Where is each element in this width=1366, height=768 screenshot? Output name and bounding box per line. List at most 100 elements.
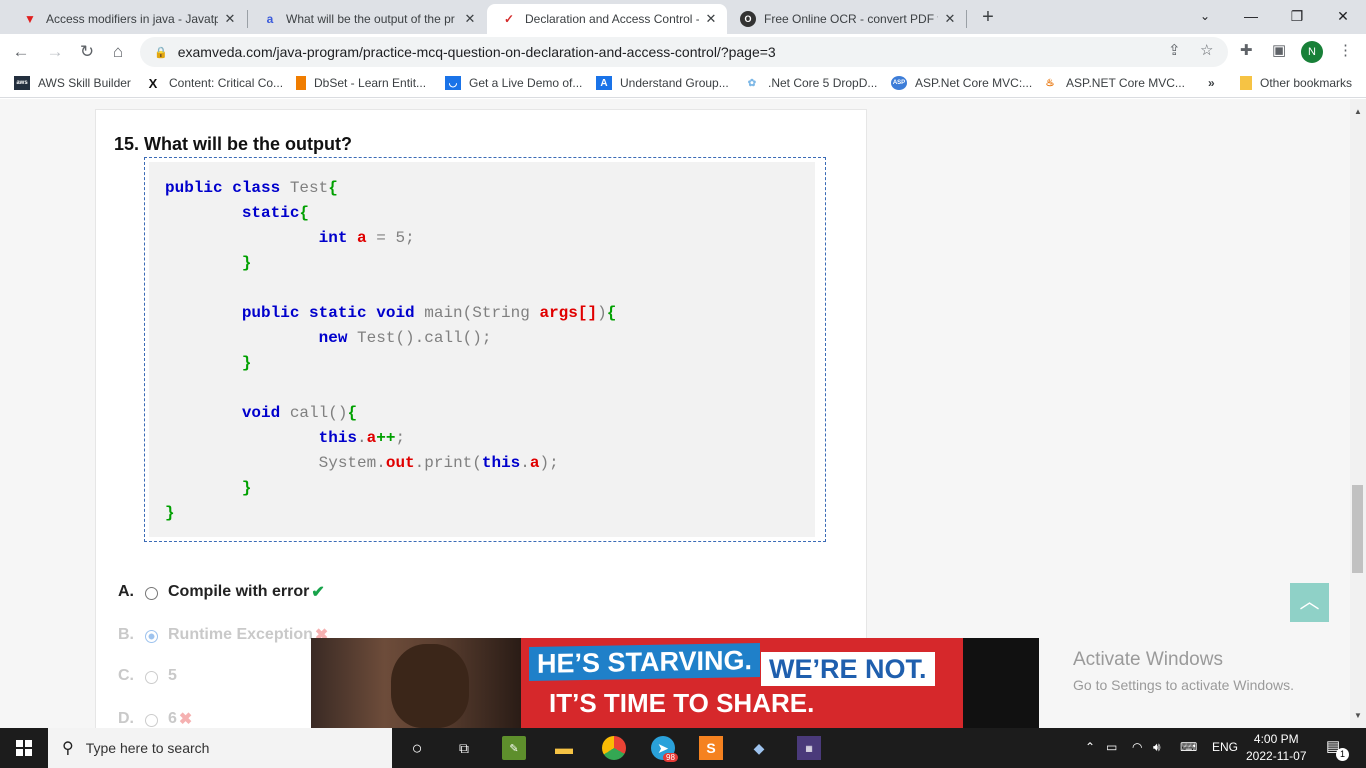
option-text: Compile with error xyxy=(168,583,310,600)
code-area: public class Test{ static{ int a = 5; } … xyxy=(149,162,815,537)
battery-icon[interactable]: ▭ xyxy=(1106,740,1117,754)
bookmark-item[interactable]: ♨ ASP.NET Core MVC... xyxy=(1042,76,1185,90)
side-panel-icon[interactable]: ▣ xyxy=(1272,41,1286,59)
option-letter: B. xyxy=(118,626,134,643)
close-icon[interactable]: ✕ xyxy=(703,11,719,27)
option-a[interactable]: A. Compile with error ✔ xyxy=(118,582,325,602)
other-bookmarks-label: Other bookmarks xyxy=(1260,76,1353,90)
option-c[interactable]: C. 5 xyxy=(118,667,177,685)
option-text: 6 xyxy=(168,710,177,727)
tab-javatpoint[interactable]: ▼ Access modifiers in java - Javatpo ✕ xyxy=(8,4,246,34)
bookmark-item[interactable]: DbSet - Learn Entit... xyxy=(296,76,426,90)
clock-date: 2022-11-07 xyxy=(1246,749,1307,763)
clock[interactable]: 4:00 PM 2022-11-07 xyxy=(1246,731,1307,765)
start-button[interactable] xyxy=(0,728,48,768)
sublime-icon[interactable]: S xyxy=(699,736,723,760)
profile-avatar[interactable]: N xyxy=(1301,41,1323,63)
ad-photo xyxy=(311,638,521,728)
volume-icon[interactable]: 🔊︎ xyxy=(1153,740,1161,755)
notepad-icon[interactable]: ✎ xyxy=(502,736,526,760)
bookmark-label: DbSet - Learn Entit... xyxy=(314,76,427,90)
bookmark-label: Content: Critical Co... xyxy=(169,76,284,90)
bookmark-item[interactable]: ◡ Get a Live Demo of... xyxy=(445,76,582,90)
bookmark-item[interactable]: A Understand Group... xyxy=(596,76,729,90)
option-d[interactable]: D. 6 ✖ xyxy=(118,709,192,728)
scroll-to-top-button[interactable]: ︿ xyxy=(1290,583,1329,622)
other-bookmarks[interactable]: Other bookmarks xyxy=(1240,76,1352,90)
restore-button[interactable]: ❐ xyxy=(1274,0,1320,32)
share-icon[interactable]: ⇪ xyxy=(1168,41,1181,59)
close-icon[interactable]: ✕ xyxy=(222,11,238,27)
close-window-button[interactable]: ✕ xyxy=(1320,0,1366,32)
advertisement-banner[interactable]: HE’S STARVING. WE’RE NOT. IT’S TIME TO S… xyxy=(311,638,1039,728)
tab-examveda[interactable]: ✓ Declaration and Access Control - ✕ xyxy=(487,4,727,34)
bookmark-label: .Net Core 5 DropD... xyxy=(768,76,878,90)
scroll-up-icon[interactable]: ▲ xyxy=(1354,107,1362,116)
ad-face xyxy=(391,644,469,728)
code-text: public class Test{ static{ int a = 5; } … xyxy=(165,179,617,522)
address-bar[interactable]: 🔒 xyxy=(140,37,1228,67)
minimize-button[interactable]: — xyxy=(1228,0,1274,32)
taskbar-search[interactable]: ⚲ Type here to search xyxy=(48,728,392,768)
menu-icon[interactable]: ⋮ xyxy=(1338,41,1353,59)
search-placeholder: Type here to search xyxy=(85,740,210,756)
option-text: 5 xyxy=(168,667,177,684)
option-d-radio[interactable] xyxy=(145,714,158,727)
task-view-icon[interactable]: ⧉ xyxy=(452,736,476,760)
close-icon[interactable]: ✕ xyxy=(942,11,958,27)
watermark-title: Activate Windows xyxy=(1073,649,1223,670)
option-letter: A. xyxy=(118,583,134,600)
tray-expand-icon[interactable]: ⌃ xyxy=(1085,740,1095,754)
option-letter: D. xyxy=(118,710,134,727)
scroll-down-icon[interactable]: ▼ xyxy=(1354,711,1362,720)
option-b[interactable]: B. Runtime Exception ✖ xyxy=(118,625,328,645)
bookmark-item[interactable]: aws AWS Skill Builder xyxy=(14,76,131,90)
bookmark-item[interactable]: ✿ .Net Core 5 DropD... xyxy=(744,76,878,90)
bookmark-label: Understand Group... xyxy=(620,76,729,90)
home-button[interactable]: ⌂ xyxy=(106,40,130,64)
option-text: Runtime Exception xyxy=(168,626,313,643)
scrollbar-thumb[interactable] xyxy=(1352,485,1363,573)
bookmark-item[interactable]: X Content: Critical Co... xyxy=(145,76,284,91)
file-explorer-icon[interactable]: ▬ xyxy=(552,736,576,760)
bookmark-item[interactable]: ASP ASP.Net Core MVC:... xyxy=(891,76,1032,90)
reload-button[interactable]: ↻ xyxy=(75,40,99,64)
sql-icon[interactable]: ▦ xyxy=(797,736,821,760)
ocr-icon: O xyxy=(740,11,756,27)
cortana-icon[interactable]: ○ xyxy=(405,736,429,760)
new-tab-button[interactable]: + xyxy=(978,6,998,28)
tab-search-icon[interactable]: ⌄ xyxy=(1182,0,1228,32)
language-indicator[interactable]: ENG xyxy=(1212,740,1238,754)
url-input[interactable] xyxy=(177,44,1078,60)
chrome-icon[interactable] xyxy=(602,736,626,760)
tab-title: Free Online OCR - convert PDF to xyxy=(764,12,938,26)
bookmark-star-icon[interactable]: ☆ xyxy=(1200,41,1213,59)
tab-strip: ▼ Access modifiers in java - Javatpo ✕ a… xyxy=(0,0,1366,34)
keyboard-icon[interactable]: ⌨ xyxy=(1180,740,1197,754)
extensions-icon[interactable]: ✚ xyxy=(1240,41,1253,59)
ad-tagline: IT’S TIME TO SHARE. xyxy=(539,686,825,720)
windows-icon xyxy=(16,740,32,756)
aws-icon: aws xyxy=(14,76,30,90)
tab-question[interactable]: a What will be the output of the pr ✕ xyxy=(248,4,486,34)
bookmarks-bar: aws AWS Skill Builder X Content: Critica… xyxy=(0,70,1366,98)
question-title: 15. What will be the output? xyxy=(114,134,352,154)
option-b-radio[interactable] xyxy=(145,630,158,643)
close-icon[interactable]: ✕ xyxy=(462,11,478,27)
a-icon: A xyxy=(596,76,612,90)
page-content: 15. What will be the output? public clas… xyxy=(0,99,1350,728)
forward-button[interactable]: → xyxy=(43,40,67,64)
option-c-radio[interactable] xyxy=(145,671,158,684)
search-icon: ⚲ xyxy=(62,740,74,757)
app-icon[interactable]: ◆ xyxy=(747,736,771,760)
back-button[interactable]: ← xyxy=(9,40,33,64)
lock-icon[interactable]: 🔒 xyxy=(154,46,168,59)
vertical-scrollbar[interactable]: ▲ ▼ xyxy=(1350,99,1366,728)
wifi-icon[interactable]: ◠ xyxy=(1132,740,1142,754)
notification-badge: 98 xyxy=(663,753,678,762)
tab-ocr[interactable]: O Free Online OCR - convert PDF to ✕ xyxy=(726,4,966,34)
bookmark-label: Get a Live Demo of... xyxy=(469,76,583,90)
more-bookmarks-button[interactable]: » xyxy=(1208,76,1215,90)
bookmark-icon xyxy=(296,76,306,90)
option-a-radio[interactable] xyxy=(145,587,158,600)
